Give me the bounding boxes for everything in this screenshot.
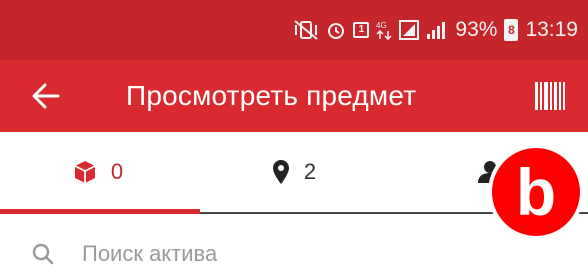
- search-icon: [32, 242, 56, 266]
- signal-box-icon: [399, 20, 420, 40]
- arrow-left-icon: [32, 83, 60, 109]
- barcode-scan-button[interactable]: [530, 76, 570, 116]
- battery-percent: 93%: [455, 18, 498, 41]
- overlay-badge: b: [488, 144, 584, 240]
- cube-icon: [74, 161, 96, 183]
- clock: 13:19: [525, 18, 578, 41]
- tab-items[interactable]: 0: [0, 132, 196, 212]
- mute-vibrate-icon: [293, 20, 319, 40]
- tab-locations-count: 2: [303, 159, 317, 184]
- svg-text:4G: 4G: [376, 21, 387, 30]
- status-bar: 1 4G 93% 8 13:19: [0, 0, 588, 60]
- search-bar: [0, 228, 588, 279]
- tab-locations[interactable]: 2: [196, 132, 392, 212]
- map-marker-icon: [272, 160, 289, 184]
- back-button[interactable]: [26, 76, 66, 116]
- search-input[interactable]: [82, 240, 482, 267]
- alarm-icon: [326, 20, 346, 40]
- data-icon: 4G: [376, 20, 392, 40]
- signal-icon: [426, 20, 448, 40]
- active-tab-indicator: [0, 209, 200, 214]
- battery-icon: 8: [504, 19, 519, 41]
- barcode-icon: [535, 82, 565, 110]
- tab-items-count: 0: [110, 159, 124, 184]
- sim-icon: 1: [353, 22, 370, 38]
- page-title: Просмотреть предмет: [126, 80, 417, 111]
- app-bar: Просмотреть предмет: [0, 60, 588, 132]
